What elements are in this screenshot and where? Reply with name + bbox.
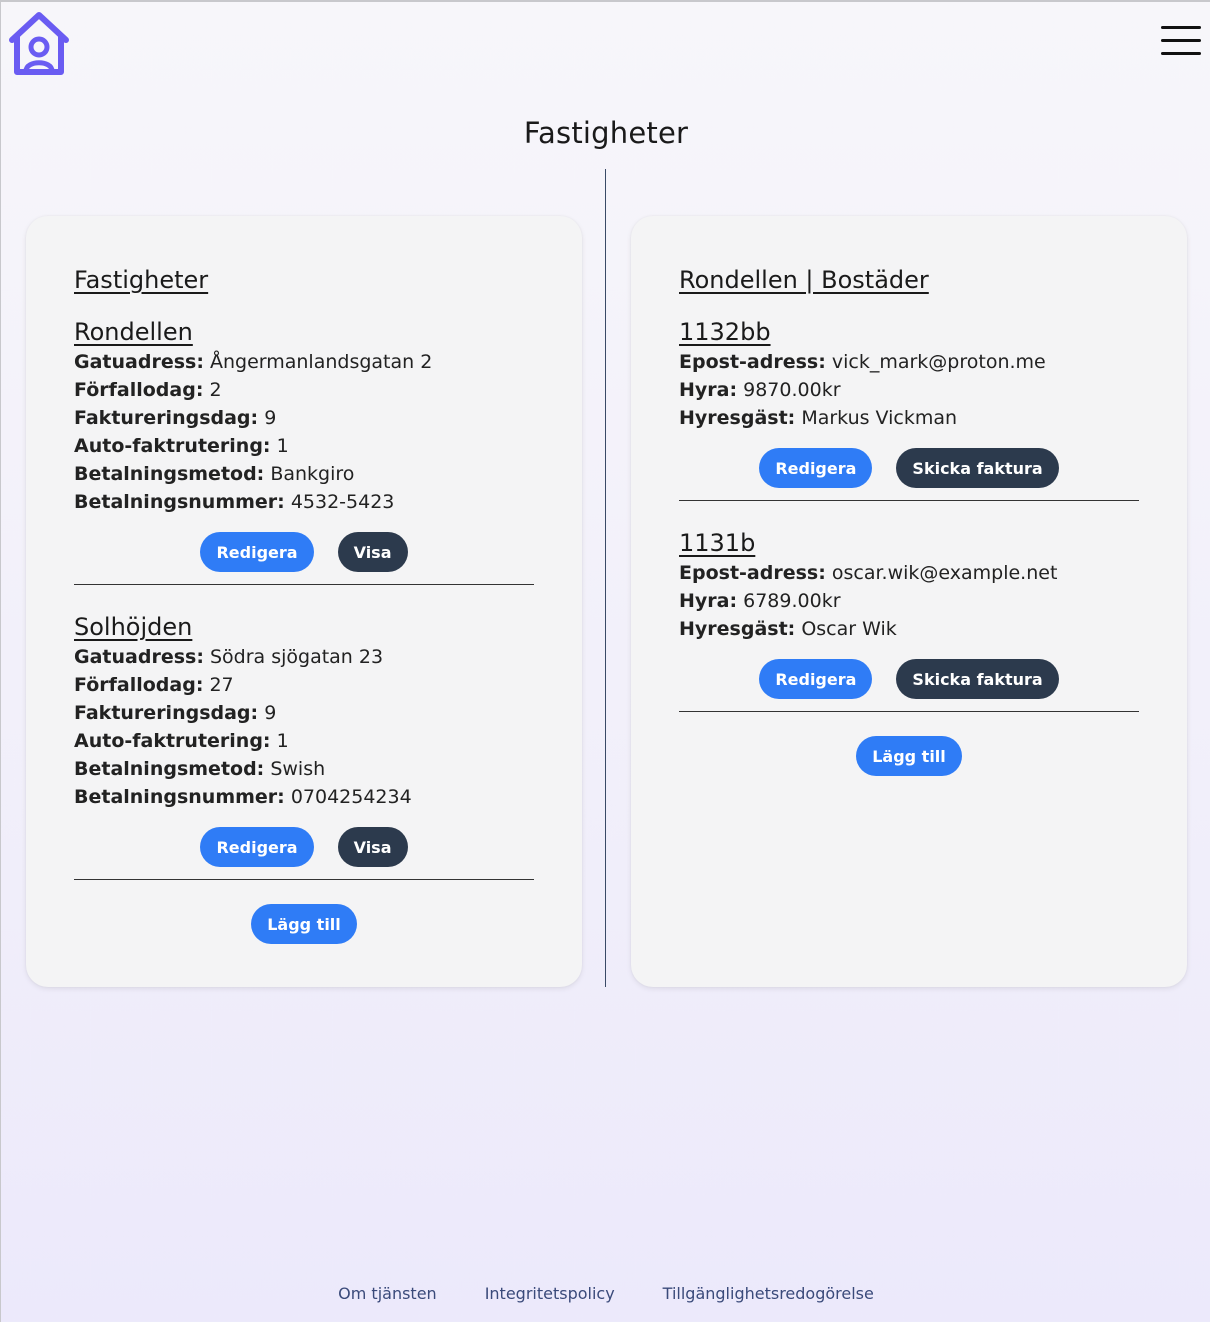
footer-link-accessibility[interactable]: Tillgänglighetsredogörelse bbox=[663, 1284, 874, 1303]
units-card: Rondellen | Bostäder 1132bb Epost-adress… bbox=[631, 216, 1187, 987]
separator bbox=[74, 879, 534, 880]
house-user-icon[interactable] bbox=[7, 10, 71, 76]
add-unit-button[interactable]: Lägg till bbox=[856, 736, 962, 776]
separator bbox=[74, 584, 534, 585]
rent-field: Hyra: 9870.00kr bbox=[679, 379, 841, 401]
unit-name: 1132bb bbox=[679, 318, 771, 346]
view-property-button[interactable]: Visa bbox=[337, 827, 408, 867]
billing-day-field: Faktureringsdag: 9 bbox=[74, 702, 277, 724]
send-invoice-button[interactable]: Skicka faktura bbox=[896, 659, 1059, 699]
view-property-button[interactable]: Visa bbox=[337, 532, 408, 572]
units-heading: Rondellen | Bostäder bbox=[679, 266, 929, 294]
property-item: Solhöjden Gatuadress: Södra sjögatan 23 … bbox=[74, 613, 534, 880]
vertical-divider bbox=[605, 169, 606, 987]
page-title: Fastigheter bbox=[523, 116, 689, 150]
send-invoice-button[interactable]: Skicka faktura bbox=[896, 448, 1059, 488]
unit-name: 1131b bbox=[679, 529, 756, 557]
property-item: Rondellen Gatuadress: Ångermanlandsgatan… bbox=[74, 318, 534, 585]
street-field: Gatuadress: Södra sjögatan 23 bbox=[74, 646, 384, 668]
edit-unit-button[interactable]: Redigera bbox=[759, 659, 873, 699]
auto-billing-field: Auto-faktrutering: 1 bbox=[74, 730, 289, 752]
payment-number-field: Betalningsnummer: 0704254234 bbox=[74, 786, 412, 808]
properties-heading: Fastigheter bbox=[74, 266, 209, 294]
rent-field: Hyra: 6789.00kr bbox=[679, 590, 841, 612]
email-field: Epost-adress: vick_mark@proton.me bbox=[679, 351, 1046, 373]
email-field: Epost-adress: oscar.wik@example.net bbox=[679, 562, 1058, 584]
property-name: Rondellen bbox=[74, 318, 193, 346]
separator bbox=[679, 500, 1139, 501]
add-property-button[interactable]: Lägg till bbox=[251, 904, 357, 944]
due-day-field: Förfallodag: 2 bbox=[74, 379, 222, 401]
tenant-field: Hyresgäst: Oscar Wik bbox=[679, 618, 897, 640]
unit-item: 1132bb Epost-adress: vick_mark@proton.me… bbox=[679, 318, 1139, 501]
tenant-field: Hyresgäst: Markus Vickman bbox=[679, 407, 958, 429]
hamburger-menu-icon[interactable] bbox=[1161, 26, 1203, 58]
unit-item: 1131b Epost-adress: oscar.wik@example.ne… bbox=[679, 529, 1139, 712]
footer-nav: Om tjänsten Integritetspolicy Tillgängli… bbox=[1, 1284, 1210, 1303]
edit-property-button[interactable]: Redigera bbox=[200, 532, 314, 572]
auto-billing-field: Auto-faktrutering: 1 bbox=[74, 435, 289, 457]
due-day-field: Förfallodag: 27 bbox=[74, 674, 234, 696]
footer-link-about[interactable]: Om tjänsten bbox=[338, 1284, 437, 1303]
payment-number-field: Betalningsnummer: 4532-5423 bbox=[74, 491, 395, 513]
separator bbox=[679, 711, 1139, 712]
edit-property-button[interactable]: Redigera bbox=[200, 827, 314, 867]
street-field: Gatuadress: Ångermanlandsgatan 2 bbox=[74, 351, 433, 373]
payment-method-field: Betalningsmetod: Swish bbox=[74, 758, 326, 780]
property-name: Solhöjden bbox=[74, 613, 193, 641]
footer-link-privacy[interactable]: Integritetspolicy bbox=[485, 1284, 615, 1303]
properties-card: Fastigheter Rondellen Gatuadress: Ångerm… bbox=[26, 216, 582, 987]
payment-method-field: Betalningsmetod: Bankgiro bbox=[74, 463, 355, 485]
edit-unit-button[interactable]: Redigera bbox=[759, 448, 873, 488]
billing-day-field: Faktureringsdag: 9 bbox=[74, 407, 277, 429]
